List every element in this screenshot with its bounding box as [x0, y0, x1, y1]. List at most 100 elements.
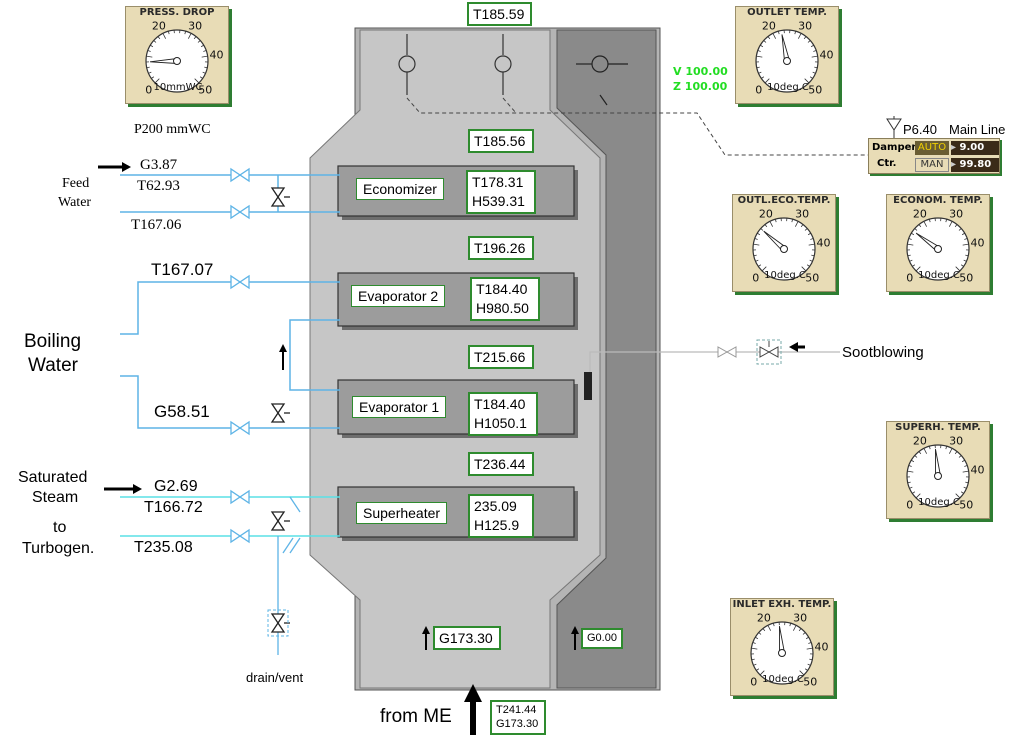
main-flue [309, 29, 601, 689]
mainline-valve-icon [886, 116, 902, 138]
inlet-temp: T241.44 [496, 704, 537, 716]
gauge-tick-label: 30 [798, 19, 812, 32]
evaporator2-temp: T184.40 [476, 281, 528, 297]
lower-flue-temp: T236.44 [468, 452, 534, 476]
gauge-dial: 0 20 30 40 5010deg.C [906, 207, 985, 284]
evaporator2-values: T184.40 H980.50 [470, 277, 540, 321]
gauge-unit-label: 10deg.C [918, 270, 960, 281]
superheater-label[interactable]: Superheater [356, 502, 448, 524]
gauge-unit-label: 10deg.C [762, 674, 804, 685]
z-value: Z 100.00 [673, 80, 728, 93]
economizer-temp: T178.31 [472, 174, 524, 190]
feed-temp-out: T167.06 [131, 217, 182, 233]
ctr-label: Ctr. [877, 158, 897, 169]
gauge-tick-label: 20 [757, 611, 771, 624]
evaporator1-label[interactable]: Evaporator 1 [352, 396, 447, 418]
superh-temp-gauge: SUPERH. TEMP. 0 20 30 40 50 10deg.C [886, 421, 990, 519]
economizer-label[interactable]: Economizer [356, 178, 444, 200]
gauge-dial: 0 20 30 40 5010deg.C [755, 19, 834, 96]
steam-temp-sat: T166.72 [144, 499, 203, 516]
damper-controller: Damper AUTO ▸ 9.00 Ctr. MAN ▸ 99.80 [868, 138, 1000, 174]
gauge-tick-label: 40 [971, 464, 985, 477]
steam-flow: G2.69 [154, 478, 198, 495]
gas-flow-value: G173.30 [433, 626, 501, 650]
steam-temp-sh: T235.08 [134, 539, 193, 556]
valves [230, 167, 250, 544]
gauge-tick-label: 50 [959, 498, 973, 511]
evaporator1-enthalpy: H1050.1 [474, 415, 527, 431]
steam-label-4: Turbogen. [22, 540, 95, 557]
boiler-mimic-screen: T185.59 T185.56 T196.26 T215.66 T236.44 … [0, 0, 1027, 739]
upper-flue-temp: T185.56 [468, 129, 534, 153]
gauge-hub [173, 57, 181, 65]
gauge-dial: 0 20 30 40 5010deg.C [750, 611, 829, 688]
evaporator2-label[interactable]: Evaporator 2 [351, 285, 446, 307]
feed-label-2: Water [58, 195, 92, 210]
damper-value-field[interactable]: ▸ 9.00 [951, 141, 999, 155]
inlet-label: from ME [380, 706, 452, 727]
gauge-tick-label: 40 [815, 641, 829, 654]
boiling-temp: T167.07 [151, 260, 214, 279]
steam-label-1: Saturated [18, 469, 88, 486]
boiling-water-piping [120, 281, 340, 429]
steam-label-3: to [53, 519, 67, 536]
mid2-flue-temp: T215.66 [468, 345, 534, 369]
feed-flow: G3.87 [140, 157, 178, 173]
gauge-tick-label: 0 [906, 498, 913, 511]
inlet-values: T241.44 G173.30 [490, 700, 546, 735]
sootblowing-label[interactable]: Sootblowing [842, 344, 924, 361]
ctr-value-field[interactable]: ▸ 99.80 [951, 158, 999, 172]
evaporator1-values: T184.40 H1050.1 [468, 392, 538, 436]
gauge-tick-label: 30 [793, 611, 807, 624]
superheater-temp: 235.09 [474, 498, 517, 514]
inlet-flow: G173.30 [496, 718, 539, 730]
damper-label: Damper [872, 142, 917, 153]
gauge-hub [934, 472, 942, 480]
mainline-label: Main Line [949, 122, 1006, 137]
gauge-hub [934, 245, 942, 253]
gauge-tick-label: 30 [188, 19, 202, 32]
boiling-flow: G58.51 [154, 402, 210, 421]
damper-auto-button[interactable]: AUTO [915, 141, 949, 155]
gauge-tick-label: 0 [750, 675, 757, 688]
vertical-valves [270, 187, 290, 633]
gauge-tick-label: 40 [210, 49, 224, 62]
drain-vent-label: drain/vent [246, 670, 304, 685]
gauge-tick-label: 20 [152, 19, 166, 32]
gauge-tick-label: 50 [803, 675, 817, 688]
gauge-tick-label: 20 [759, 207, 773, 220]
damper-value: 9.00 [959, 142, 985, 153]
outl-eco-temp-gauge: OUTL.ECO.TEMP. 0 20 30 40 50 10deg.C [732, 194, 836, 292]
gauge-tick-label: 50 [808, 83, 822, 96]
steam-label-2: Steam [32, 489, 79, 506]
economizer-values: T178.31 H539.31 [466, 170, 536, 214]
boiling-label-2: Water [28, 355, 78, 376]
gauge-tick-label: 0 [755, 83, 762, 96]
gauge-tick-label: 0 [145, 83, 152, 96]
gauge-tick-label: 0 [752, 271, 759, 284]
econom-temp-gauge: ECONOM. TEMP. 0 20 30 40 50 10deg.C [886, 194, 990, 292]
gauge-tick-label: 40 [971, 237, 985, 250]
gauge-tick-label: 30 [949, 434, 963, 447]
superheater-values: 235.09 H125.9 [468, 494, 534, 538]
inlet-exh-temp-gauge: INLET EXH. TEMP. 0 20 30 40 50 10deg.C [730, 598, 834, 696]
gauge-dial: 020 30405010mmWC [145, 19, 224, 96]
bypass-flow-value: G0.00 [581, 628, 623, 649]
pressure-value: P200 mmWC [134, 122, 211, 137]
feed-temp-in: T62.93 [137, 178, 180, 194]
mid1-flue-temp: T196.26 [468, 236, 534, 260]
gauge-tick-label: 30 [949, 207, 963, 220]
gauge-hub [780, 245, 788, 253]
gauge-hub [778, 649, 786, 657]
evaporator1-temp: T184.40 [474, 396, 526, 412]
ctr-value: 99.80 [959, 159, 992, 170]
ctr-man-button[interactable]: MAN [915, 158, 949, 172]
feed-label-1: Feed [62, 176, 90, 191]
v-value: V 100.00 [673, 65, 728, 78]
gauge-tick-label: 30 [795, 207, 809, 220]
outlet-temp-gauge: OUTLET TEMP. 0 20 30 40 50 10deg.C [735, 6, 839, 104]
evaporator2-enthalpy: H980.50 [476, 300, 529, 316]
gauge-dial: 0 20 30 40 5010deg.C [752, 207, 830, 284]
gauge-tick-label: 40 [820, 49, 834, 62]
mainline-pressure: P6.40 [903, 122, 937, 137]
